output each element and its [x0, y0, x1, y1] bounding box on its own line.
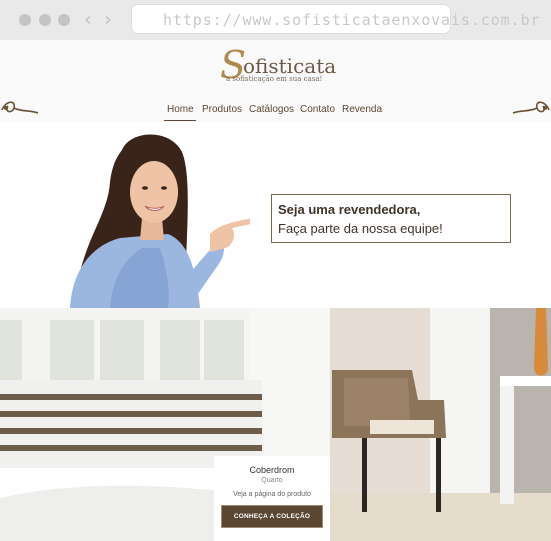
- product-category: Quarto: [261, 477, 283, 484]
- menu-item-produtos[interactable]: Produtos: [202, 104, 242, 116]
- menu-item-home[interactable]: Home: [167, 104, 194, 116]
- window-maximize-dot[interactable]: [58, 14, 70, 26]
- menu-item-catalogos[interactable]: Catálogos: [249, 104, 294, 116]
- forward-arrow-icon[interactable]: ›: [104, 9, 112, 29]
- view-collection-button[interactable]: CONHEÇA A COLEÇÃO: [221, 505, 323, 528]
- hero-woman-image: [70, 134, 250, 308]
- hero-banner[interactable]: Seja uma revendedora, Faça parte da noss…: [0, 122, 551, 308]
- window-close-dot[interactable]: [19, 14, 31, 26]
- menu-item-contato[interactable]: Contato: [300, 104, 335, 116]
- callout-subline: Faça parte da nossa equipe!: [278, 221, 443, 236]
- address-bar[interactable]: https://www.sofisticataenxovais.com.br: [132, 5, 539, 33]
- logo-tagline: a sofisticação em sua casa!: [226, 75, 323, 83]
- main-menu: Home Produtos Catálogos Contato Revenda: [0, 104, 551, 122]
- product-page-link[interactable]: Veja a página do produto: [214, 491, 330, 498]
- reseller-callout[interactable]: Seja uma revendedora, Faça parte da noss…: [271, 194, 511, 243]
- menu-item-revenda[interactable]: Revenda: [342, 104, 382, 116]
- product-slide: Coberdrom Quarto Veja a página do produt…: [0, 308, 551, 541]
- window-minimize-dot[interactable]: [39, 14, 51, 26]
- site-header: S ofisticata a sofisticação em sua casa!…: [0, 40, 551, 122]
- product-card: Coberdrom Quarto Veja a página do produt…: [214, 456, 330, 541]
- browser-toolbar: ‹ › https://www.sofisticataenxovais.com.…: [0, 0, 551, 40]
- back-arrow-icon[interactable]: ‹: [84, 9, 92, 29]
- callout-headline: Seja uma revendedora,: [278, 202, 421, 217]
- active-menu-indicator: [164, 120, 196, 121]
- product-title: Coberdrom: [249, 465, 295, 475]
- url-text: https://www.sofisticataenxovais.com.br: [163, 11, 541, 29]
